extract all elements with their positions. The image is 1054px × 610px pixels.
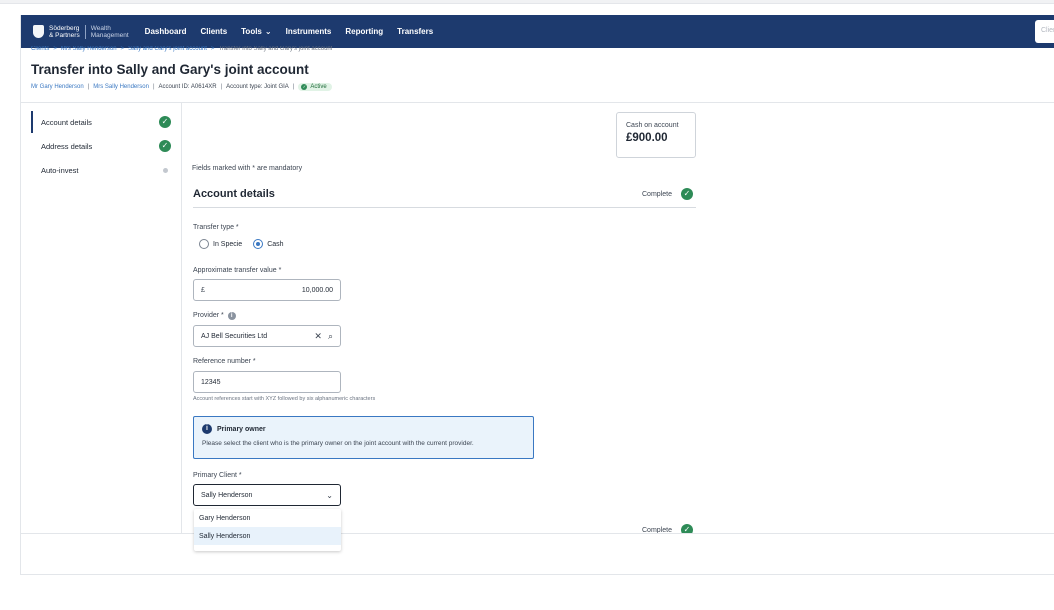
provider-input[interactable]: AJ Bell Securities Ltd ✕ ⌕ [193,325,341,347]
radio-unchecked-icon [199,239,209,249]
breadcrumb-chevron-icon: > [120,46,125,52]
primary-owner-notice: i Primary owner Please select the client… [193,416,534,459]
account-id: Account ID: A0614XR [158,84,217,90]
cash-on-account-card: Cash on account £900.00 [616,112,696,158]
mandatory-note: Fields marked with * are mandatory [192,165,303,172]
primary-client-label: Primary Client * [193,472,242,479]
reference-input[interactable]: 12345 [193,371,341,393]
shield-logo-icon [33,25,44,38]
radio-cash-label: Cash [267,240,284,248]
breadcrumb-chevron-icon: > [53,46,57,52]
brand-logo[interactable]: Söderberg & Partners Wealth Management [33,24,129,39]
provider-value: AJ Bell Securities Ltd [201,332,268,340]
dropdown-option-gary[interactable]: Gary Henderson [194,509,341,527]
breadcrumb-account[interactable]: Sally and Gary's joint account [128,46,207,52]
primary-client-select[interactable]: Sally Henderson ⌄ [193,484,341,506]
sidebar-item-label: Auto-invest [41,165,79,175]
nav-menu: Dashboard Clients Tools ⌄ Instruments Re… [145,27,448,36]
brand-tagline-line1: Wealth [90,24,111,32]
step-sidebar: Account details ✓ Address details ✓ Auto… [21,103,182,543]
radio-in-specie[interactable]: In Specie [199,239,242,249]
cash-value: £900.00 [626,132,668,144]
transfer-value: 10,000.00 [301,286,333,294]
clear-icon[interactable]: ✕ [314,331,322,342]
status-badge-label: Active [310,84,327,90]
notice-title: Primary owner [217,425,266,433]
brand-divider [84,24,86,39]
reference-hint: Account references start with XYZ follow… [193,396,376,402]
window-top-strip [0,0,1054,4]
brand-name-line1: Söderberg [49,24,80,32]
owner-link-gary[interactable]: Mr Gary Henderson [31,84,84,90]
section-title-account-details: Account details [193,188,275,200]
section-divider [193,207,696,208]
radio-checked-icon [253,239,264,249]
nav-item-dashboard[interactable]: Dashboard [145,27,187,36]
provider-label: Provider * [193,312,224,319]
owner-link-sally[interactable]: Mrs Sally Henderson [93,84,149,90]
page-title: Transfer into Sally and Gary's joint acc… [31,62,309,77]
transfer-type-label: Transfer type * [193,224,239,231]
transfer-type-radio-group: In Specie Cash [199,239,295,249]
provider-label-row: Provider * i [193,312,236,320]
account-meta: Mr Gary Henderson | Mrs Sally Henderson … [31,83,332,91]
breadcrumb-clients[interactable]: Clients [31,46,49,52]
section-complete-status: Complete ✓ [642,188,693,200]
sidebar-item-address-details[interactable]: Address details ✓ [31,135,171,157]
primary-client-dropdown: Gary Henderson Sally Henderson [194,509,341,551]
complete-label: Complete [642,190,672,198]
nav-item-instruments[interactable]: Instruments [286,27,332,36]
breadcrumb: Clients > Mrs Sally Henderson > Sally and Ga… [31,46,332,54]
sidebar-item-label: Address details [41,141,93,151]
chevron-down-icon: ⌄ [326,490,333,500]
cash-label: Cash on account [626,122,679,129]
nav-item-tools-label: Tools [241,27,262,36]
nav-item-reporting[interactable]: Reporting [345,27,383,36]
radio-in-specie-label: In Specie [213,240,243,248]
breadcrumb-current: Transfer into Sally and Gary's joint acc… [218,46,333,52]
currency-prefix: £ [201,286,205,294]
nav-item-clients[interactable]: Clients [200,27,227,36]
transfer-value-input[interactable]: £ 10,000.00 [193,279,341,301]
notice-text: Please select the client who is the prim… [202,440,474,447]
app-window: Söderberg & Partners Wealth Management D… [20,15,1054,575]
search-icon[interactable]: ⌕ [328,331,333,342]
check-circle-icon: ✓ [159,140,171,152]
sidebar-item-label: Account details [41,117,92,127]
dropdown-option-sally[interactable]: Sally Henderson [194,527,341,545]
chevron-down-icon: ⌄ [264,27,272,36]
primary-client-value: Sally Henderson [201,491,253,499]
breadcrumb-client[interactable]: Mrs Sally Henderson [61,46,117,52]
sidebar-item-account-details[interactable]: Account details ✓ [31,111,171,133]
radio-cash[interactable]: Cash [253,239,284,249]
check-circle-icon: ✓ [301,84,308,90]
top-navbar: Söderberg & Partners Wealth Management D… [21,15,1054,48]
reference-value: 12345 [201,378,221,386]
reference-label: Reference number * [193,358,256,365]
check-circle-icon: ✓ [680,188,693,200]
nav-item-tools[interactable]: Tools ⌄ [241,27,271,36]
pending-dot-icon [163,167,168,173]
check-circle-icon: ✓ [159,116,171,128]
account-type: Account type: Joint GIA [226,84,289,90]
status-badge: ✓ Active [298,83,332,91]
transfer-value-label: Approximate transfer value * [193,267,282,274]
breadcrumb-chevron-icon: > [210,46,215,52]
sidebar-item-auto-invest[interactable]: Auto-invest [31,159,171,181]
client-search-input[interactable]: Clien [1035,20,1054,43]
info-icon: i [202,424,212,434]
brand-name-line2: & Partners [49,31,80,39]
info-icon[interactable]: i [227,312,236,320]
brand-tagline-line2: Management [90,31,129,39]
footer-action-bar [21,533,1054,574]
nav-item-transfers[interactable]: Transfers [397,27,433,36]
